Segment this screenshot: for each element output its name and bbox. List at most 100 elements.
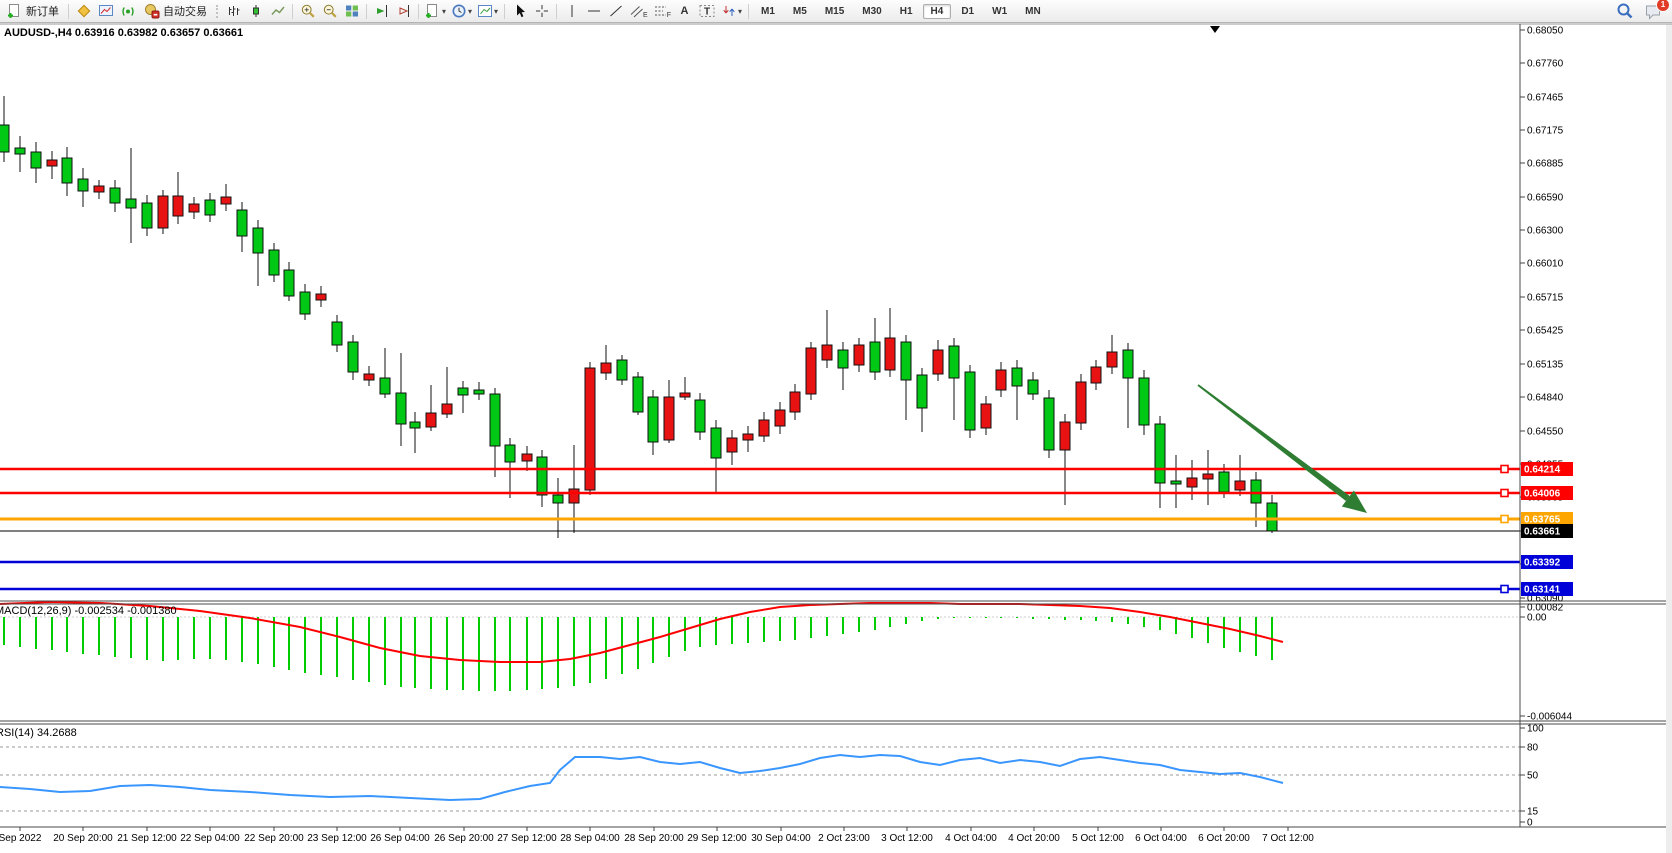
cursor-icon: [512, 3, 528, 19]
autotrading-button[interactable]: 自动交易: [139, 2, 212, 21]
new-order-button[interactable]: 新订单: [2, 2, 64, 21]
crosshair-tool-button[interactable]: [531, 2, 552, 21]
template-icon: [477, 3, 493, 19]
trendline-tool-button[interactable]: [605, 2, 626, 21]
toolbar-grip: [216, 5, 218, 18]
dropdown-arrow-icon: [468, 7, 472, 16]
new-chart-button[interactable]: [423, 2, 448, 21]
svg-text:0.66300: 0.66300: [1527, 226, 1564, 237]
svg-text:0.63392: 0.63392: [1524, 558, 1561, 569]
timeframe-button-D1[interactable]: D1: [953, 4, 982, 19]
search-button[interactable]: [1614, 2, 1636, 21]
toolbar-right-group: 1: [1614, 2, 1672, 21]
timeframe-button-M5[interactable]: M5: [785, 4, 815, 19]
timeframe-button-H4[interactable]: H4: [923, 4, 952, 19]
svg-text:4 Oct 04:00: 4 Oct 04:00: [945, 833, 997, 844]
separator: [556, 4, 557, 19]
svg-text:29 Sep 12:00: 29 Sep 12:00: [687, 833, 747, 844]
svg-text:0.65135: 0.65135: [1527, 360, 1564, 371]
chart-title: AUDUSD-,H4 0.63916 0.63982 0.63657 0.636…: [4, 27, 243, 39]
separator: [418, 4, 419, 19]
zoom-in-icon: [300, 3, 316, 19]
svg-text:26 Sep 20:00: 26 Sep 20:00: [434, 833, 494, 844]
signal-waves-icon: [120, 3, 136, 19]
vertical-line-tool-button[interactable]: [561, 2, 582, 21]
line-chart-mode-button[interactable]: [267, 2, 288, 21]
separator: [504, 4, 505, 19]
svg-text:2 Oct 23:00: 2 Oct 23:00: [818, 833, 870, 844]
arrows-tool-button[interactable]: [719, 2, 744, 21]
svg-text:7 Oct 12:00: 7 Oct 12:00: [1262, 833, 1314, 844]
new-order-label: 新订单: [26, 3, 59, 19]
svg-text:21 Sep 12:00: 21 Sep 12:00: [117, 833, 177, 844]
timeframe-button-H1[interactable]: H1: [892, 4, 921, 19]
autotrading-label: 自动交易: [163, 3, 207, 19]
svg-text:4 Oct 20:00: 4 Oct 20:00: [1008, 833, 1060, 844]
svg-text:15: 15: [1527, 807, 1539, 818]
svg-text:0.63141: 0.63141: [1524, 585, 1561, 596]
template-button[interactable]: [475, 2, 500, 21]
chart-window-icon: [98, 3, 114, 19]
svg-text:Sep 2022: Sep 2022: [0, 833, 42, 844]
chart-shift-button[interactable]: [393, 2, 414, 21]
svg-text:5 Oct 12:00: 5 Oct 12:00: [1072, 833, 1124, 844]
svg-text:0.63661: 0.63661: [1524, 527, 1561, 538]
chart-shift-icon: [396, 3, 412, 19]
svg-text:50: 50: [1527, 771, 1539, 782]
macd-indicator-label: MACD(12,26,9) -0.002534 -0.001380: [0, 605, 177, 617]
gold-book-icon: [76, 3, 92, 19]
svg-text:80: 80: [1527, 743, 1539, 754]
candlestick-icon: [248, 3, 264, 19]
label-tool-icon: T: [698, 3, 716, 19]
timeframe-button-W1[interactable]: W1: [984, 4, 1015, 19]
dropdown-arrow-icon: [494, 7, 498, 16]
new-chart-icon: [425, 3, 441, 19]
text-tool-label: A: [681, 5, 689, 17]
bar-chart-mode-button[interactable]: [223, 2, 244, 21]
svg-text:28 Sep 20:00: 28 Sep 20:00: [624, 833, 684, 844]
fibonacci-tool-suffix: F: [667, 12, 671, 19]
timeframe-toolbar: M1M5M15M30H1H4D1W1MN: [753, 4, 1049, 19]
separator: [366, 4, 367, 19]
svg-text:27 Sep 12:00: 27 Sep 12:00: [497, 833, 557, 844]
timeframe-button-M30[interactable]: M30: [854, 4, 889, 19]
macd-signal-line: [0, 602, 1283, 662]
rsi-line: [0, 755, 1283, 800]
channel-tool-button[interactable]: E: [627, 2, 650, 21]
trendline-icon: [608, 3, 624, 19]
timeframe-button-M15[interactable]: M15: [817, 4, 852, 19]
autotrading-icon: [144, 3, 160, 19]
svg-text:0.68050: 0.68050: [1527, 26, 1564, 37]
channel-tool-suffix: E: [643, 12, 648, 19]
history-center-button[interactable]: [73, 2, 94, 21]
market-watch-button[interactable]: [95, 2, 116, 21]
horizontal-line-tool-button[interactable]: [583, 2, 604, 21]
svg-text:0.66885: 0.66885: [1527, 159, 1564, 170]
timeframe-button-MN[interactable]: MN: [1017, 4, 1049, 19]
period-button[interactable]: [449, 2, 474, 21]
svg-text:20 Sep 20:00: 20 Sep 20:00: [53, 833, 113, 844]
label-tool-button[interactable]: T: [696, 2, 718, 21]
auto-scroll-button[interactable]: [371, 2, 392, 21]
signals-button[interactable]: [117, 2, 138, 21]
candlestick-mode-button[interactable]: [245, 2, 266, 21]
dropdown-arrow-icon: [442, 7, 446, 16]
svg-text:0.64840: 0.64840: [1527, 393, 1564, 404]
cursor-tool-button[interactable]: [509, 2, 530, 21]
tile-windows-button[interactable]: [341, 2, 362, 21]
svg-text:30 Sep 04:00: 30 Sep 04:00: [751, 833, 811, 844]
svg-text:0.67760: 0.67760: [1527, 59, 1564, 70]
zoom-in-button[interactable]: [297, 2, 318, 21]
svg-text:0.65715: 0.65715: [1527, 293, 1564, 304]
search-icon: [1616, 2, 1634, 20]
notifications-button[interactable]: 1: [1642, 2, 1664, 21]
timeframe-button-M1[interactable]: M1: [753, 4, 783, 19]
svg-text:6 Oct 04:00: 6 Oct 04:00: [1135, 833, 1187, 844]
main-toolbar: 新订单 自动交易: [0, 0, 1672, 23]
zoom-out-button[interactable]: [319, 2, 340, 21]
fibonacci-tool-button[interactable]: F: [651, 2, 673, 21]
svg-text:26 Sep 04:00: 26 Sep 04:00: [370, 833, 430, 844]
text-tool-button[interactable]: A: [674, 2, 695, 21]
chart-canvas[interactable]: 0.680500.677600.674650.671750.668850.665…: [0, 0, 1672, 853]
svg-text:0.66010: 0.66010: [1527, 259, 1564, 270]
